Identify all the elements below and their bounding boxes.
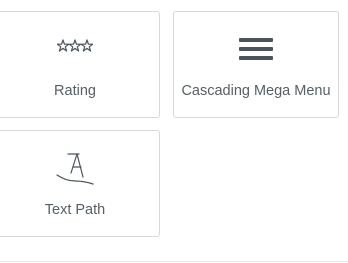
widget-card-text-path[interactable]: Text Path xyxy=(0,130,160,237)
rating-stars-icon xyxy=(0,38,159,58)
panel-divider xyxy=(0,261,348,262)
widget-label-cascading-mega-menu: Cascading Mega Menu xyxy=(181,83,331,99)
widget-card-rating[interactable]: Rating xyxy=(0,11,160,118)
widget-label-text-path: Text Path xyxy=(44,202,106,218)
widget-label-rating: Rating xyxy=(54,83,96,99)
widget-card-cascading-mega-menu[interactable]: Cascading Mega Menu xyxy=(173,11,339,118)
hamburger-menu-icon xyxy=(174,38,338,60)
text-path-icon xyxy=(0,151,159,187)
